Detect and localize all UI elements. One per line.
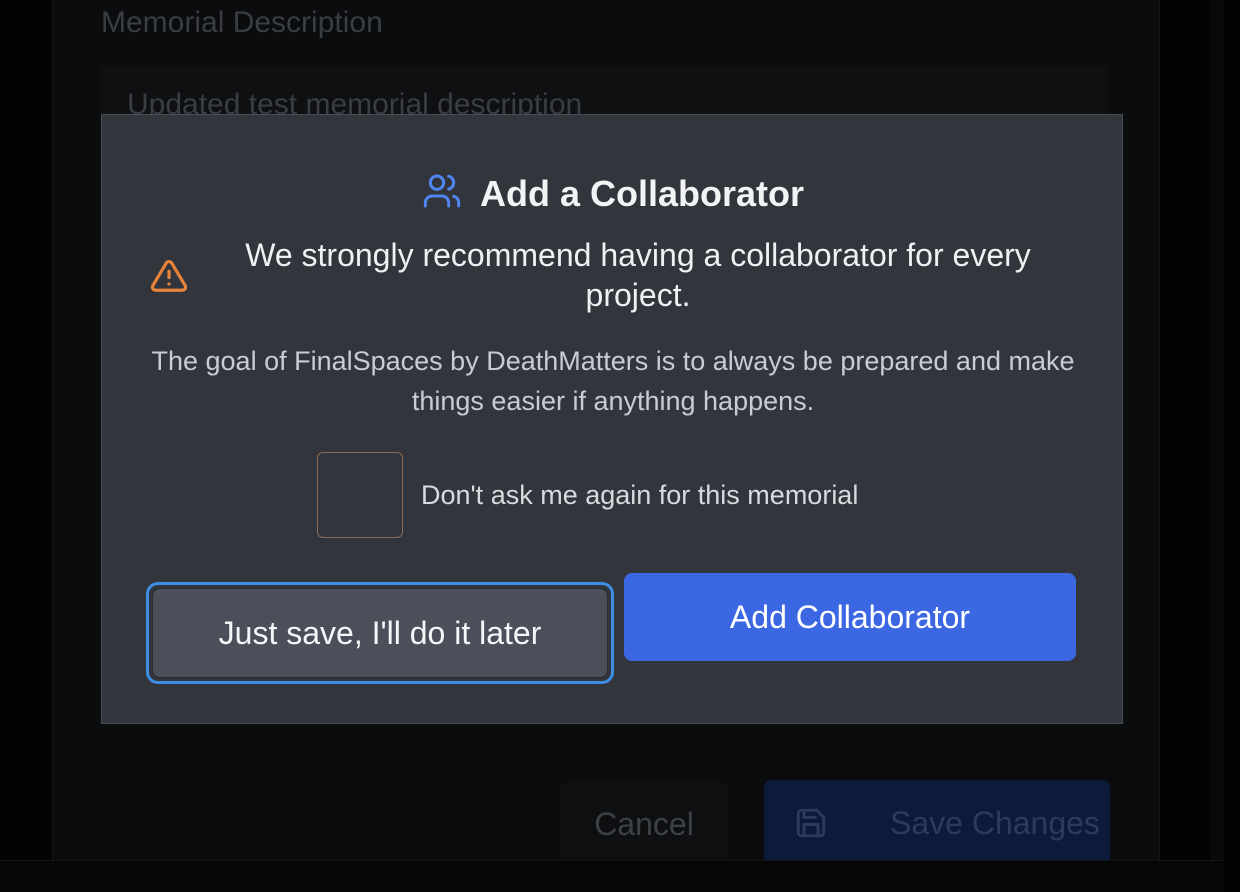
dialog-header: Add a Collaborator <box>102 171 1124 216</box>
dont-ask-again-checkbox[interactable] <box>317 452 403 538</box>
save-changes-button: Save Changes <box>764 780 1110 866</box>
warning-icon <box>150 257 188 295</box>
memorial-description-label: Memorial Description <box>101 6 383 39</box>
add-collaborator-dialog: Add a Collaborator We strongly recommend… <box>101 114 1123 724</box>
add-collaborator-button[interactable]: Add Collaborator <box>624 573 1076 661</box>
cancel-button: Cancel <box>560 782 728 866</box>
save-changes-label: Save Changes <box>890 804 1100 841</box>
recommendation-headline: We strongly recommend having a collabora… <box>245 237 1031 313</box>
background-bottom-bar <box>0 860 1224 892</box>
page: Memorial Description Updated test memori… <box>0 0 1240 892</box>
just-save-later-button[interactable]: Just save, I'll do it later <box>146 582 614 684</box>
users-icon <box>422 171 462 216</box>
add-collaborator-label: Add Collaborator <box>729 598 971 635</box>
recommendation-description: The goal of FinalSpaces by DeathMatters … <box>151 346 1075 416</box>
dont-ask-again-row: Don't ask me again for this memorial <box>317 452 858 538</box>
cancel-button-label: Cancel <box>594 805 694 842</box>
dont-ask-again-label[interactable]: Don't ask me again for this memorial <box>421 480 858 511</box>
background-scroll-strip <box>1210 0 1224 892</box>
save-icon <box>794 806 828 840</box>
dialog-title: Add a Collaborator <box>479 172 805 214</box>
just-save-later-label: Just save, I'll do it later <box>218 614 542 651</box>
just-save-later-button-face: Just save, I'll do it later <box>152 588 608 678</box>
